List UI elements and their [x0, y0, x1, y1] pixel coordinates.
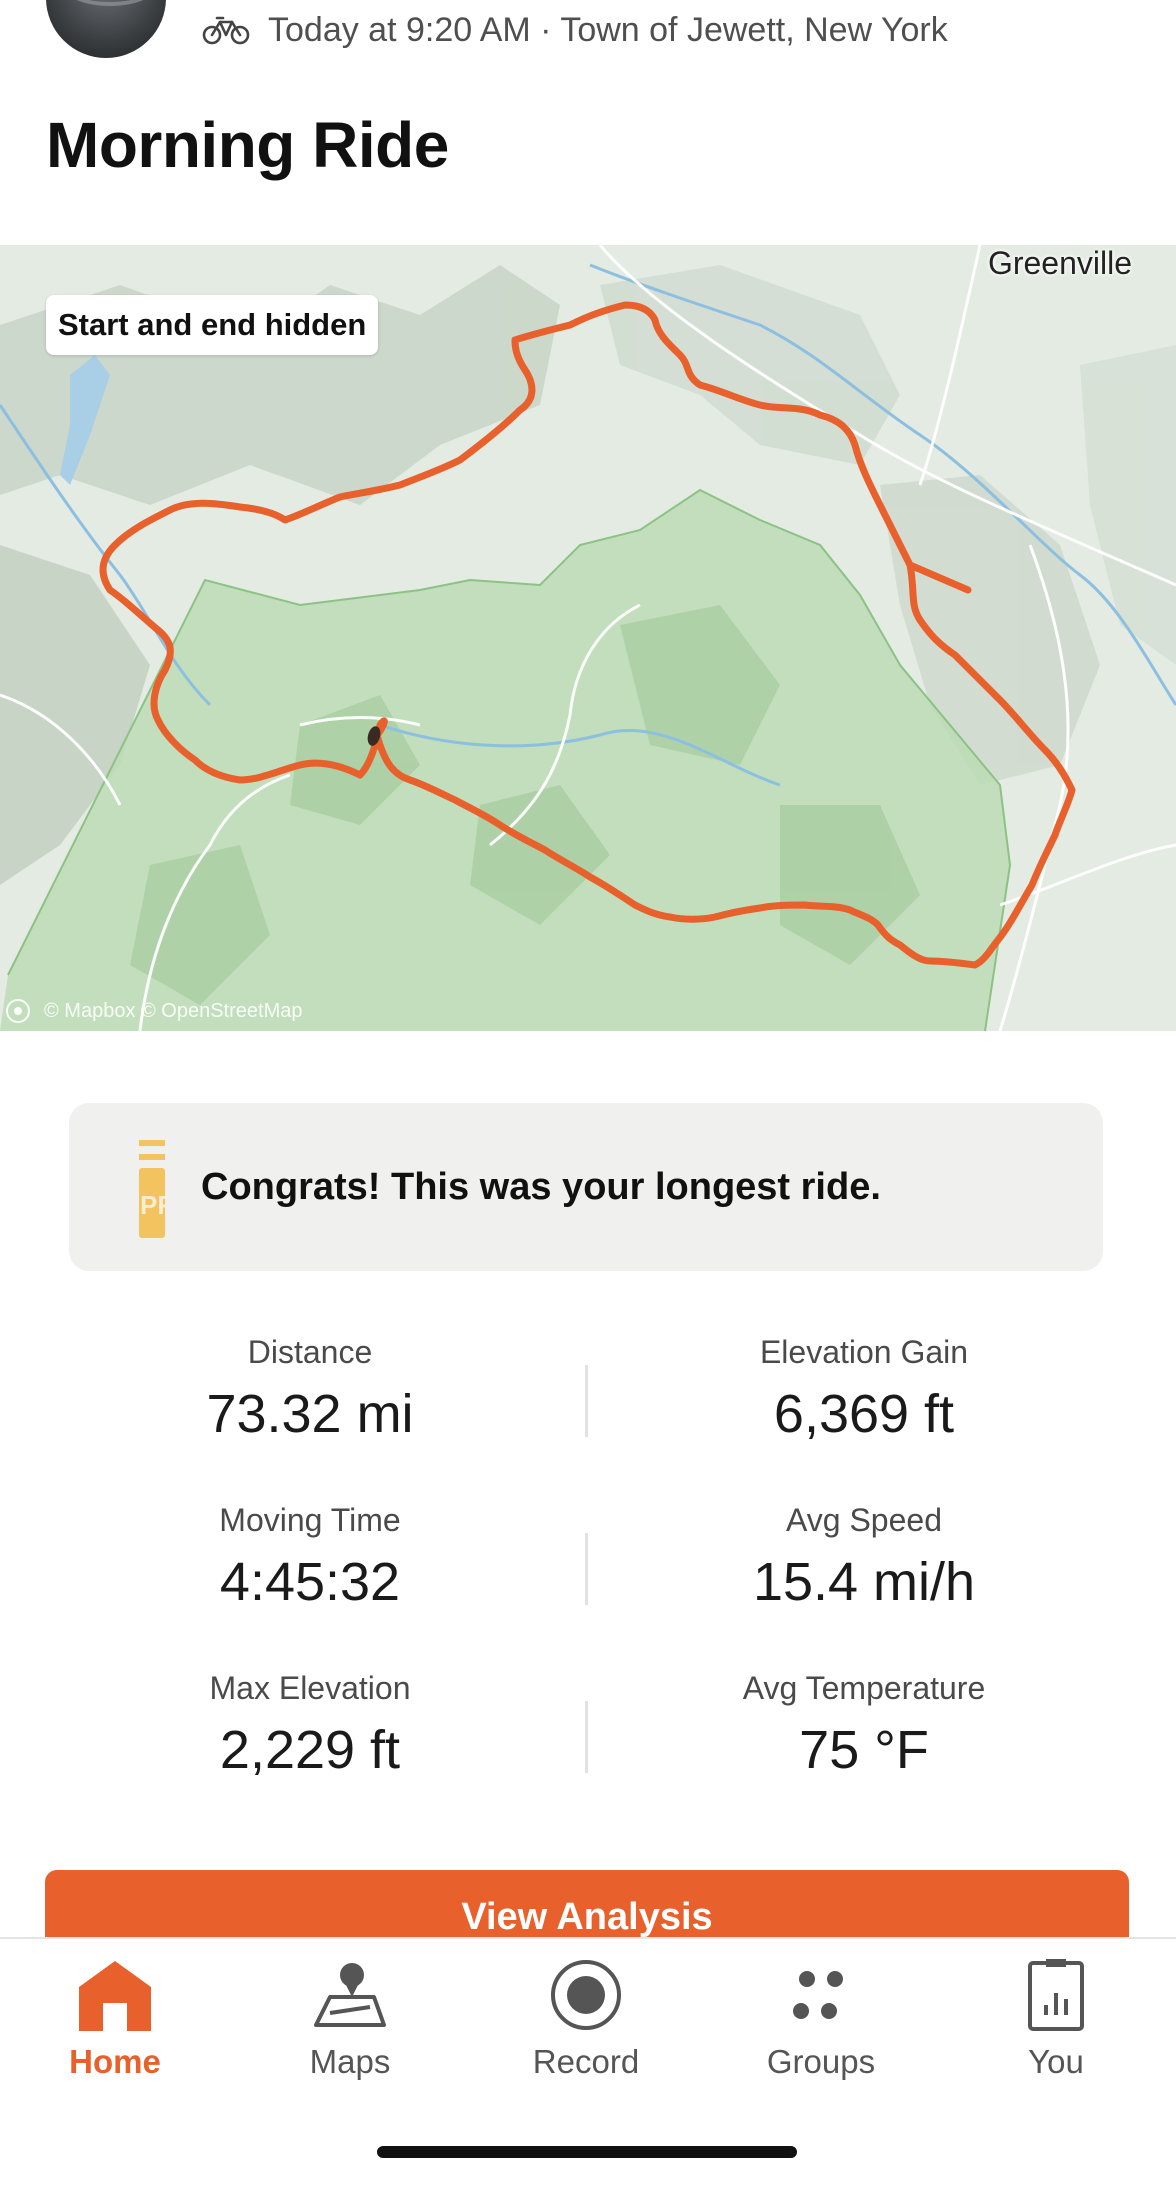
activity-meta: Today at 9:20 AM · Town of Jewett, New Y…: [202, 8, 948, 52]
map-town-label: Greenville: [987, 245, 1132, 281]
stat-label: Moving Time: [219, 1502, 401, 1538]
stat-moving-time: Moving Time 4:45:32: [30, 1498, 590, 1616]
stat-label: Elevation Gain: [759, 1334, 969, 1370]
route-map-canvas: [0, 245, 1176, 1031]
stat-value: 75 °F: [799, 1720, 929, 1780]
achievement-card[interactable]: PR Congrats! This was your longest ride.: [69, 1103, 1103, 1271]
map-attribution-text: © Mapbox © OpenStreetMap: [44, 999, 303, 1022]
stat-label: Max Elevation: [209, 1670, 411, 1706]
tab-you[interactable]: You: [956, 1957, 1156, 2107]
pr-trophy-icon: PR: [139, 1140, 165, 1238]
you-icon: [1028, 1959, 1084, 2031]
stat-label: Avg Temperature: [742, 1670, 986, 1706]
stat-value: 4:45:32: [219, 1552, 401, 1612]
achievement-text: Congrats! This was your longest ride.: [201, 1165, 881, 1208]
activity-header: Today at 9:20 AM · Town of Jewett, New Y…: [0, 0, 1176, 245]
stat-distance: Distance 73.32 mi: [30, 1330, 590, 1448]
bike-icon: [202, 16, 250, 45]
activity-meta-text: Today at 9:20 AM · Town of Jewett, New Y…: [268, 10, 948, 49]
stats-row: Distance 73.32 mi Elevation Gain 6,369 f…: [0, 1330, 1176, 1480]
stat-elevation-gain: Elevation Gain 6,369 ft: [584, 1330, 1144, 1448]
stat-value: 6,369 ft: [773, 1384, 955, 1444]
groups-icon: [793, 1971, 843, 2019]
tab-record[interactable]: Record: [486, 1957, 686, 2107]
stat-value: 15.4 mi/h: [752, 1552, 976, 1612]
stats-row: Moving Time 4:45:32 Avg Speed 15.4 mi/h: [0, 1498, 1176, 1648]
record-icon: [551, 1960, 621, 2030]
stats-row: Max Elevation 2,229 ft Avg Temperature 7…: [0, 1666, 1176, 1816]
home-indicator[interactable]: [377, 2146, 797, 2158]
privacy-badge: Start and end hidden: [46, 295, 379, 355]
stat-avg-speed: Avg Speed 15.4 mi/h: [584, 1498, 1144, 1616]
stat-max-elevation: Max Elevation 2,229 ft: [30, 1666, 590, 1784]
tab-groups[interactable]: Groups: [721, 1957, 921, 2107]
stat-value: 2,229 ft: [219, 1720, 401, 1780]
tab-label: You: [1028, 2043, 1084, 2080]
maps-icon: [314, 1963, 386, 2027]
stat-avg-temperature: Avg Temperature 75 °F: [584, 1666, 1144, 1784]
tab-label: Home: [69, 2043, 161, 2080]
athlete-avatar[interactable]: [46, 0, 166, 58]
activity-title: Morning Ride: [46, 109, 449, 181]
map-attribution[interactable]: © Mapbox © OpenStreetMap: [6, 999, 303, 1023]
svg-text:PR: PR: [140, 1190, 165, 1220]
tab-maps[interactable]: Maps: [250, 1957, 450, 2107]
stat-label: Distance: [247, 1334, 373, 1370]
route-map[interactable]: Start and end hidden Greenville © Mapbox…: [0, 245, 1176, 1031]
mapbox-logo-icon: [6, 999, 30, 1023]
home-icon: [79, 1961, 151, 2031]
tab-home[interactable]: Home: [15, 1957, 215, 2107]
tab-label: Groups: [766, 2043, 876, 2080]
tab-label: Record: [532, 2043, 640, 2080]
stat-label: Avg Speed: [786, 1502, 942, 1538]
tab-label: Maps: [309, 2043, 391, 2080]
stat-value: 73.32 mi: [206, 1384, 414, 1444]
